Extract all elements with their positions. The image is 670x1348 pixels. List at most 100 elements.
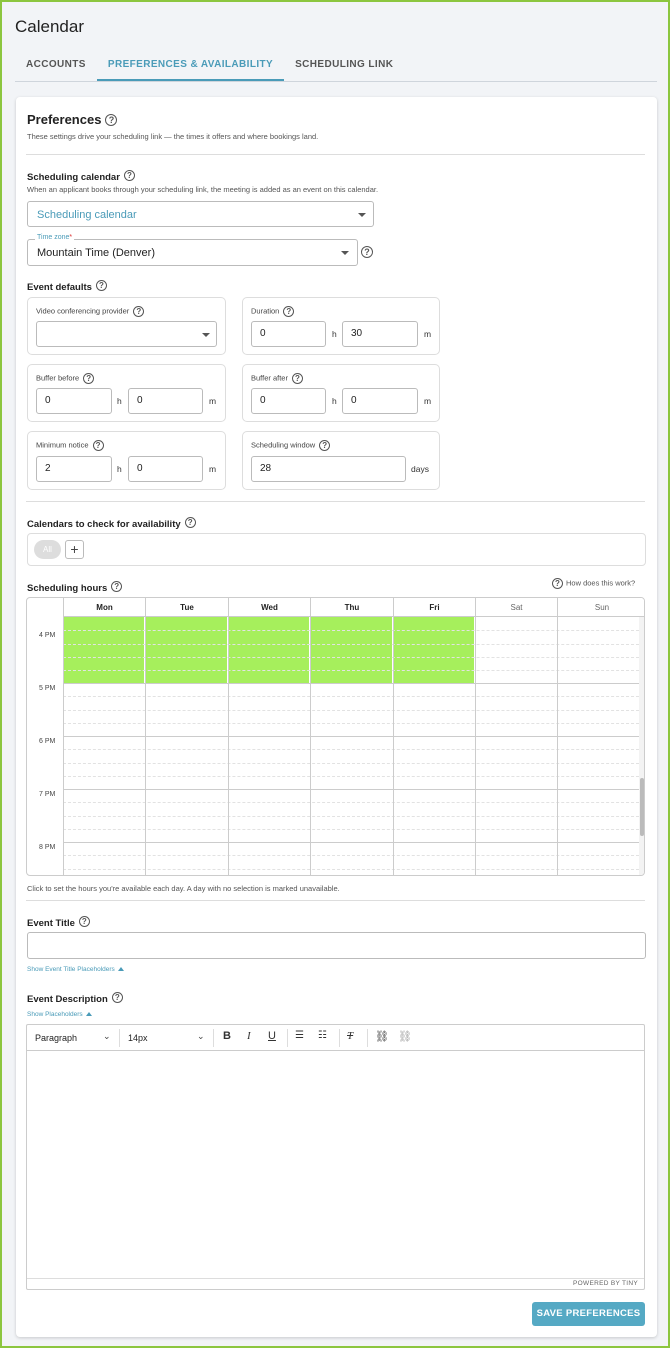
show-event-title-placeholders-link[interactable]: Show Event Title Placeholders xyxy=(27,966,124,973)
day-divider xyxy=(145,598,146,875)
day-header-sun: Sun xyxy=(557,598,644,617)
event-defaults-title: Event defaults xyxy=(27,282,92,293)
quarter-line xyxy=(63,723,639,724)
timezone-select[interactable]: Time zone* Mountain Time (Denver) xyxy=(27,234,358,266)
quarter-line xyxy=(63,829,639,830)
help-icon[interactable]: ? xyxy=(92,440,104,451)
tab-preferences-availability[interactable]: PREFERENCES & AVAILABILITY xyxy=(96,50,285,81)
divider xyxy=(26,501,645,502)
event-defaults-heading: Event defaults? xyxy=(27,277,107,295)
grid-scrollbar-track[interactable] xyxy=(639,617,644,875)
quarter-line xyxy=(63,670,639,671)
chevron-down-icon: ⌄ xyxy=(103,1031,111,1041)
quarter-line xyxy=(63,710,639,711)
bold-icon[interactable]: B xyxy=(223,1030,231,1042)
clear-formatting-icon[interactable]: T xyxy=(347,1030,353,1042)
video-conferencing-box: Video conferencing provider? xyxy=(27,297,226,355)
calendars-check-field[interactable]: All + xyxy=(27,533,646,566)
scheduling-hours-title: Scheduling hours xyxy=(27,583,108,594)
save-preferences-button[interactable]: SAVE PREFERENCES xyxy=(532,1302,645,1326)
help-icon[interactable]: ? xyxy=(319,440,331,451)
buffer-before-minutes-input[interactable]: 0 xyxy=(128,388,203,414)
available-block-tue[interactable] xyxy=(145,617,228,683)
hour-label: 8 PM xyxy=(39,844,56,851)
chip-all[interactable]: All xyxy=(34,540,61,559)
unlink-icon[interactable]: ⛓ xyxy=(398,1030,412,1043)
scheduling-calendar-select[interactable]: Scheduling calendar xyxy=(27,201,374,227)
help-icon[interactable]: ? xyxy=(83,373,95,384)
tab-scheduling-link[interactable]: SCHEDULING LINK xyxy=(284,50,404,81)
tab-bar: ACCOUNTS PREFERENCES & AVAILABILITY SCHE… xyxy=(15,50,657,82)
quarter-line xyxy=(63,657,639,658)
buffer-after-minutes-input[interactable]: 0 xyxy=(342,388,418,414)
quarter-line xyxy=(63,855,639,856)
scheduling-window-label: Scheduling window? xyxy=(251,440,331,451)
help-icon[interactable]: ? xyxy=(133,306,145,317)
add-calendar-button[interactable]: + xyxy=(65,540,84,559)
bullet-list-icon[interactable]: ☰ xyxy=(295,1030,304,1041)
duration-box: Duration? 0 h 30 m xyxy=(242,297,440,355)
numbered-list-icon[interactable]: ☷ xyxy=(318,1030,327,1041)
show-placeholders-link[interactable]: Show Placeholders xyxy=(27,1011,92,1018)
scheduling-hours-heading: Scheduling hours? xyxy=(27,578,123,596)
available-block-wed[interactable] xyxy=(228,617,310,683)
italic-icon[interactable]: I xyxy=(247,1030,251,1042)
help-icon[interactable]: ? xyxy=(111,992,123,1004)
quarter-line xyxy=(63,816,639,817)
help-icon[interactable]: ? xyxy=(111,581,123,593)
day-divider xyxy=(310,598,311,875)
help-icon[interactable]: ? xyxy=(95,280,107,292)
editor-toolbar: Paragraph ⌄ 14px ⌄ B I U ☰ ☷ T ⛓ ⛓ xyxy=(27,1025,644,1051)
tab-accounts[interactable]: ACCOUNTS xyxy=(15,50,97,81)
available-block-fri[interactable] xyxy=(393,617,475,683)
help-icon[interactable]: ? xyxy=(105,113,118,126)
hour-label: 5 PM xyxy=(39,685,56,692)
help-icon[interactable]: ? xyxy=(291,373,303,384)
unit-label: m xyxy=(209,396,217,406)
timezone-value: Mountain Time (Denver) xyxy=(37,247,155,259)
scheduling-window-input[interactable]: 28 xyxy=(251,456,406,482)
day-divider xyxy=(228,598,229,875)
help-icon[interactable]: ? xyxy=(283,306,295,317)
unit-label: h xyxy=(117,464,122,474)
powered-by-tiny: POWERED BY TINY xyxy=(573,1280,638,1287)
quarter-line xyxy=(63,802,639,803)
grid-scrollbar-thumb[interactable] xyxy=(640,778,644,836)
buffer-after-hours-input[interactable]: 0 xyxy=(251,388,326,414)
day-divider xyxy=(475,598,476,875)
underline-icon[interactable]: U xyxy=(268,1030,276,1042)
event-title-input[interactable] xyxy=(27,932,646,959)
chevron-down-icon xyxy=(202,333,210,337)
unit-label: m xyxy=(424,329,432,339)
help-icon[interactable]: ? xyxy=(361,246,373,258)
font-size-select[interactable]: 14px ⌄ xyxy=(120,1025,212,1051)
how-does-this-work-link[interactable]: ? How does this work? xyxy=(552,578,635,589)
help-icon[interactable]: ? xyxy=(123,170,135,182)
rich-text-editor: Paragraph ⌄ 14px ⌄ B I U ☰ ☷ T ⛓ ⛓ POWER… xyxy=(26,1024,645,1290)
day-divider xyxy=(557,598,558,875)
toolbar-separator xyxy=(367,1029,368,1047)
help-icon[interactable]: ? xyxy=(78,916,90,928)
minimum-notice-minutes-input[interactable]: 0 xyxy=(128,456,203,482)
scheduling-hours-grid[interactable]: Mon Tue Wed Thu Fri Sat Sun 4 PM 5 PM 6 … xyxy=(26,597,645,876)
duration-minutes-input[interactable]: 30 xyxy=(342,321,418,347)
quarter-line xyxy=(63,776,639,777)
help-icon[interactable]: ? xyxy=(184,517,196,529)
editor-content[interactable] xyxy=(27,1052,644,1278)
preferences-title: Preferences xyxy=(27,112,102,127)
scheduling-calendar-heading: Scheduling calendar? xyxy=(27,167,135,185)
link-icon[interactable]: ⛓ xyxy=(375,1030,389,1043)
event-title-label: Event Title xyxy=(27,918,75,929)
video-conferencing-select[interactable] xyxy=(36,321,217,347)
buffer-after-box: Buffer after? 0 h 0 m xyxy=(242,364,440,422)
available-block-mon[interactable] xyxy=(63,617,145,683)
duration-hours-input[interactable]: 0 xyxy=(251,321,326,347)
minimum-notice-hours-input[interactable]: 2 xyxy=(36,456,112,482)
available-block-thu[interactable] xyxy=(310,617,393,683)
block-format-select[interactable]: Paragraph ⌄ xyxy=(27,1025,119,1051)
quarter-line xyxy=(63,630,639,631)
day-header-mon: Mon xyxy=(63,598,145,617)
buffer-before-hours-input[interactable]: 0 xyxy=(36,388,112,414)
quarter-line xyxy=(63,749,639,750)
hour-label: 6 PM xyxy=(39,738,56,745)
